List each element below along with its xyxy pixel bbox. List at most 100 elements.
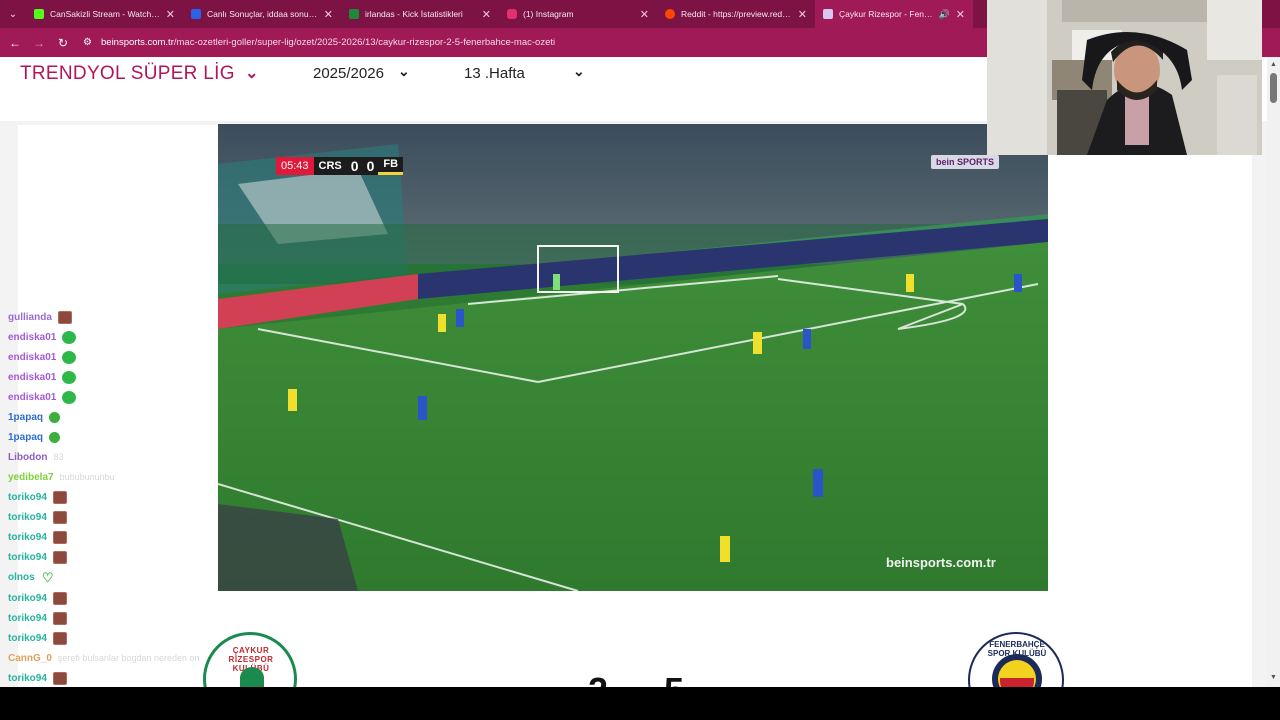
- chat-username[interactable]: endiska01: [8, 332, 56, 343]
- league-select[interactable]: TRENDYOL SÜPER LİG: [20, 63, 235, 85]
- close-icon[interactable]: ✕: [798, 8, 807, 21]
- frog-emote-icon: [62, 350, 77, 364]
- chat-message: endiska01: [8, 367, 77, 387]
- chevron-down-icon[interactable]: ⌄: [398, 63, 410, 80]
- tab-caykur-rizespor-fenerbahce[interactable]: Çaykur Rizespor - Fenerbahçe 🔊 ✕: [815, 0, 973, 28]
- video-player[interactable]: 05:43 CRS 0 0 FB bein SPORTS beinsports.…: [218, 124, 1048, 591]
- tab-cansakizli-stream[interactable]: CanSakizli Stream - Watch Live ✕: [26, 0, 183, 28]
- frog-emote-icon: [62, 370, 77, 384]
- frog-emote-icon: [62, 390, 77, 404]
- tab-title: irlandas - Kick İstatistikleri: [365, 9, 463, 19]
- speaker-icon[interactable]: 🔊: [939, 9, 950, 20]
- webcam-scene: [987, 0, 1262, 155]
- chat-username[interactable]: endiska01: [8, 372, 56, 383]
- tab-kick-istatistikleri[interactable]: irlandas - Kick İstatistikleri ✕: [341, 0, 499, 28]
- tab-title: Çaykur Rizespor - Fenerbahçe: [839, 9, 935, 19]
- site-info-icon[interactable]: ⚙: [83, 37, 97, 48]
- chat-username[interactable]: toriko94: [8, 613, 47, 624]
- scroll-up-icon[interactable]: ▲: [1270, 61, 1277, 68]
- chat-username[interactable]: toriko94: [8, 593, 47, 604]
- chat-username[interactable]: toriko94: [8, 512, 47, 523]
- chevron-down-icon[interactable]: ⌄: [573, 63, 585, 80]
- picture-emote-icon: [52, 631, 67, 645]
- chat-message: gullianda: [8, 307, 72, 327]
- chat-message: 1papaq: [8, 427, 61, 447]
- chat-username[interactable]: 1papaq: [8, 432, 43, 443]
- chat-message-text: bububununbu: [59, 472, 115, 482]
- back-icon[interactable]: ←: [3, 28, 27, 57]
- match-clock: 05:43: [276, 157, 314, 175]
- picture-emote-icon: [52, 490, 67, 504]
- chat-username[interactable]: Libodon: [8, 452, 47, 463]
- reddit-favicon-icon: [665, 9, 675, 19]
- picture-emote-icon: [52, 530, 67, 544]
- forward-icon[interactable]: →: [27, 28, 51, 57]
- chat-message: toriko94: [8, 547, 67, 567]
- chat-username[interactable]: yedibela7: [8, 472, 54, 483]
- close-icon[interactable]: ✕: [956, 8, 965, 21]
- tab-reddit[interactable]: Reddit - https://preview.redd.it ✕: [657, 0, 815, 28]
- chat-message: toriko94: [8, 628, 67, 648]
- picture-emote-icon: [52, 591, 67, 605]
- tab-title: Canlı Sonuçlar, iddaa sonuçları: [207, 9, 318, 19]
- chat-message: endiska01: [8, 347, 77, 367]
- tab-title: (1) Instagram: [523, 9, 574, 19]
- frog-emote-icon: [49, 431, 61, 443]
- chat-username[interactable]: 1papaq: [8, 412, 43, 423]
- close-icon[interactable]: ✕: [324, 8, 333, 21]
- chat-message: toriko94: [8, 668, 67, 688]
- chat-username[interactable]: toriko94: [8, 633, 47, 644]
- chat-username[interactable]: CannG_0: [8, 653, 52, 664]
- channel-logo: bein SPORTS: [931, 155, 1000, 169]
- chat-message: toriko94: [8, 527, 67, 547]
- tab-instagram[interactable]: (1) Instagram ✕: [499, 0, 657, 28]
- tab-list-menu-icon[interactable]: ⌄: [0, 0, 26, 28]
- chat-username[interactable]: olnos: [8, 572, 35, 583]
- chat-username[interactable]: toriko94: [8, 532, 47, 543]
- chat-message: Libodon 83: [8, 447, 63, 467]
- url-path: /mac-ozetleri-goller/super-lig/ozet/2025…: [173, 37, 556, 48]
- video-watermark: beinsports.com.tr: [886, 555, 996, 570]
- chat-username[interactable]: toriko94: [8, 552, 47, 563]
- chat-message: olnos ♡: [8, 567, 55, 587]
- tea-leaf-icon: [240, 667, 264, 689]
- frog-emote-icon: [49, 411, 61, 423]
- chat-username[interactable]: gullianda: [8, 312, 52, 323]
- chat-message-text: 83: [53, 452, 64, 462]
- stream-bottom-bar: [0, 687, 1280, 720]
- tab-canli-sonuclar[interactable]: Canlı Sonuçlar, iddaa sonuçları ✕: [183, 0, 341, 28]
- chevron-down-icon[interactable]: ⌄: [245, 63, 258, 83]
- scroll-thumb[interactable]: [1270, 73, 1277, 103]
- chat-username[interactable]: toriko94: [8, 492, 47, 503]
- reload-icon[interactable]: ↻: [51, 28, 75, 57]
- season-select[interactable]: 2025/2026: [313, 65, 384, 82]
- url-host: beinsports.com.tr: [101, 37, 174, 48]
- chat-message: yedibela7 bububununbu: [8, 467, 115, 487]
- heart-emote-icon: ♡: [41, 569, 54, 585]
- page-scrollbar[interactable]: ▲ ▼: [1267, 57, 1280, 687]
- home-score: 0: [346, 157, 363, 175]
- chat-message: toriko94: [8, 487, 67, 507]
- tab-title: Reddit - https://preview.redd.it: [681, 9, 792, 19]
- close-icon[interactable]: ✕: [166, 8, 175, 21]
- kick-favicon-icon: [34, 9, 44, 19]
- streamer-webcam: [987, 0, 1262, 155]
- chat-message: toriko94: [8, 588, 67, 608]
- chat-message: endiska01: [8, 387, 77, 407]
- chat-username[interactable]: endiska01: [8, 352, 56, 363]
- close-icon[interactable]: ✕: [482, 8, 491, 21]
- frog-emote-icon: [62, 330, 77, 344]
- week-select[interactable]: 13 .Hafta: [464, 65, 525, 82]
- stream-chat-overlay: gullianda endiska01 endiska01 endiska01 endi…: [0, 310, 220, 707]
- chat-username[interactable]: toriko94: [8, 673, 47, 684]
- chat-message: toriko94: [8, 507, 67, 527]
- chat-username[interactable]: endiska01: [8, 392, 56, 403]
- chat-message: 1papaq: [8, 407, 61, 427]
- picture-emote-icon: [52, 671, 67, 685]
- instagram-favicon-icon: [507, 9, 517, 19]
- close-icon[interactable]: ✕: [640, 8, 649, 21]
- scroll-down-icon[interactable]: ▼: [1270, 674, 1277, 681]
- tab-title: CanSakizli Stream - Watch Live: [50, 9, 160, 19]
- chat-message: CannG_0 şerefi bulsanlar bogdan nereden o…: [8, 648, 200, 668]
- url-field[interactable]: beinsports.com.tr/mac-ozetleri-goller/su…: [101, 37, 555, 48]
